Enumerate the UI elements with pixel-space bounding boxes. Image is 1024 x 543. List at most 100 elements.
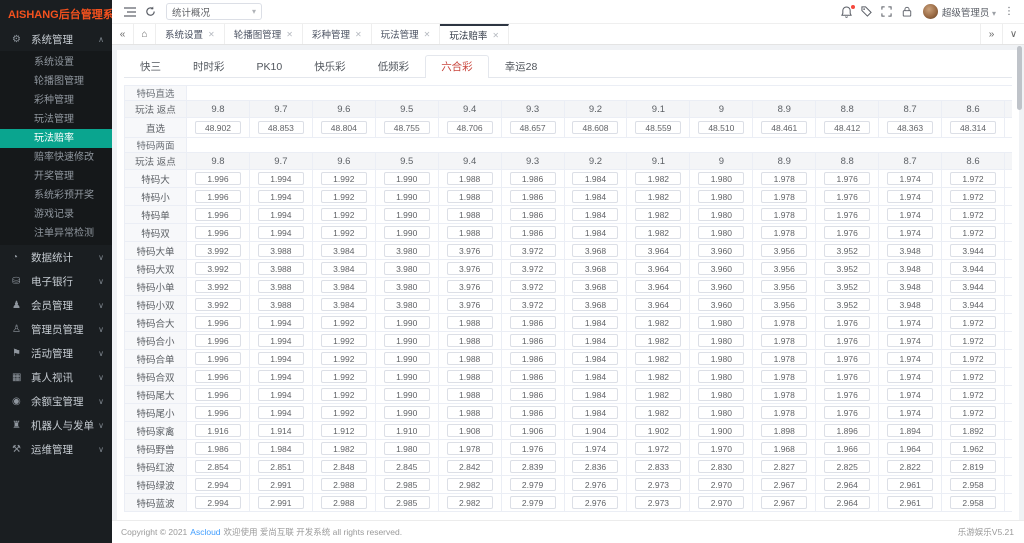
odds-input[interactable] <box>824 208 871 221</box>
odds-input[interactable] <box>887 172 934 185</box>
odds-input[interactable] <box>446 388 493 401</box>
odds-input[interactable] <box>446 190 493 203</box>
odds-input[interactable] <box>383 334 430 347</box>
odds-input[interactable] <box>761 406 808 419</box>
odds-input[interactable] <box>824 172 871 185</box>
odds-input[interactable] <box>194 496 241 509</box>
odds-input[interactable] <box>950 298 997 311</box>
game-tab[interactable]: 快乐彩 <box>298 55 362 77</box>
odds-input[interactable] <box>257 244 304 257</box>
odds-input[interactable] <box>887 460 934 473</box>
vertical-scrollbar[interactable] <box>1017 46 1022 110</box>
odds-input[interactable] <box>446 121 493 134</box>
odds-input[interactable] <box>446 244 493 257</box>
lock-icon[interactable] <box>897 3 917 21</box>
nav-tab[interactable]: 玩法管理 ✕ <box>372 24 441 44</box>
game-tab[interactable]: 快三 <box>124 55 177 77</box>
odds-input[interactable] <box>383 262 430 275</box>
odds-input[interactable] <box>320 262 367 275</box>
odds-input[interactable] <box>257 406 304 419</box>
odds-input[interactable] <box>887 298 934 311</box>
sidebar-group[interactable]: ♜ 机器人与发单 ∨ <box>0 413 112 437</box>
sidebar-group[interactable]: ⚑ 活动管理 ∨ <box>0 341 112 365</box>
odds-input[interactable] <box>824 121 871 134</box>
odds-input[interactable] <box>194 370 241 383</box>
odds-input[interactable] <box>572 190 619 203</box>
game-tab[interactable]: 六合彩 <box>425 55 489 78</box>
odds-input[interactable] <box>320 352 367 365</box>
odds-input[interactable] <box>509 121 556 134</box>
odds-input[interactable] <box>257 298 304 311</box>
odds-input[interactable] <box>446 208 493 221</box>
odds-input[interactable] <box>194 460 241 473</box>
odds-input[interactable] <box>761 370 808 383</box>
odds-input[interactable] <box>383 298 430 311</box>
odds-input[interactable] <box>824 388 871 401</box>
odds-input[interactable] <box>320 316 367 329</box>
odds-input[interactable] <box>257 262 304 275</box>
odds-input[interactable] <box>320 442 367 455</box>
refresh-icon[interactable] <box>140 3 160 21</box>
odds-input[interactable] <box>383 496 430 509</box>
odds-input[interactable] <box>761 226 808 239</box>
odds-input[interactable] <box>383 352 430 365</box>
odds-input[interactable] <box>383 244 430 257</box>
odds-input[interactable] <box>887 406 934 419</box>
odds-input[interactable] <box>761 208 808 221</box>
odds-input[interactable] <box>194 478 241 491</box>
odds-input[interactable] <box>194 172 241 185</box>
odds-input[interactable] <box>446 298 493 311</box>
odds-input[interactable] <box>446 442 493 455</box>
tag-icon[interactable] <box>857 3 877 21</box>
odds-input[interactable] <box>698 334 745 347</box>
odds-input[interactable] <box>761 262 808 275</box>
sidebar-group[interactable]: ⚙ 系统管理 ∧ <box>0 27 112 51</box>
odds-input[interactable] <box>761 298 808 311</box>
odds-input[interactable] <box>761 172 808 185</box>
odds-input[interactable] <box>320 298 367 311</box>
odds-input[interactable] <box>572 280 619 293</box>
odds-input[interactable] <box>950 370 997 383</box>
odds-input[interactable] <box>635 370 682 383</box>
odds-input[interactable] <box>509 478 556 491</box>
user-menu[interactable]: 超级管理员 ▾ <box>942 5 996 19</box>
odds-input[interactable] <box>446 334 493 347</box>
nav-tab[interactable]: 轮播图管理 ✕ <box>225 24 303 44</box>
sidebar-group[interactable]: ◉ 余额宝管理 ∨ <box>0 389 112 413</box>
odds-input[interactable] <box>509 352 556 365</box>
odds-input[interactable] <box>887 442 934 455</box>
odds-input[interactable] <box>320 244 367 257</box>
odds-input[interactable] <box>887 316 934 329</box>
odds-input[interactable] <box>509 190 556 203</box>
user-avatar[interactable] <box>922 4 938 19</box>
odds-input[interactable] <box>761 190 808 203</box>
odds-input[interactable] <box>824 424 871 437</box>
odds-input[interactable] <box>761 496 808 509</box>
odds-input[interactable] <box>824 244 871 257</box>
odds-input[interactable] <box>320 478 367 491</box>
odds-input[interactable] <box>698 262 745 275</box>
odds-input[interactable] <box>761 352 808 365</box>
odds-input[interactable] <box>257 424 304 437</box>
odds-input[interactable] <box>572 352 619 365</box>
odds-input[interactable] <box>509 262 556 275</box>
sidebar-group[interactable]: ▦ 真人视讯 ∨ <box>0 365 112 389</box>
odds-input[interactable] <box>761 334 808 347</box>
odds-input[interactable] <box>446 226 493 239</box>
odds-input[interactable] <box>950 226 997 239</box>
odds-input[interactable] <box>383 121 430 134</box>
odds-input[interactable] <box>635 280 682 293</box>
odds-input[interactable] <box>446 316 493 329</box>
odds-input[interactable] <box>509 388 556 401</box>
nav-tab[interactable]: 玩法赔率 ✕ <box>440 24 510 44</box>
odds-input[interactable] <box>257 442 304 455</box>
odds-input[interactable] <box>383 226 430 239</box>
odds-input[interactable] <box>698 226 745 239</box>
odds-input[interactable] <box>698 442 745 455</box>
odds-input[interactable] <box>257 478 304 491</box>
ascloud-link[interactable]: Ascloud <box>190 527 220 537</box>
odds-input[interactable] <box>194 298 241 311</box>
odds-input[interactable] <box>509 316 556 329</box>
odds-input[interactable] <box>950 352 997 365</box>
odds-input[interactable] <box>257 316 304 329</box>
